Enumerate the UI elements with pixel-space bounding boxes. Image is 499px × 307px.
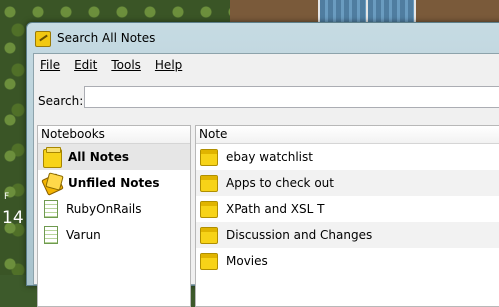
notebook-icon [44,200,58,218]
search-input[interactable] [84,86,499,108]
note-row[interactable]: Apps to check out [196,170,499,196]
note-icon [200,148,218,166]
note-title: Movies [226,254,268,268]
notebook-label: RubyOnRails [66,202,142,216]
notebooks-pane: Notebooks All Notes Unfiled Notes RubyOn… [37,125,191,307]
notebook-icon [44,226,58,244]
notebook-item-varun[interactable]: Varun [38,222,190,248]
title-bar[interactable]: Search All Notes [27,23,499,53]
menu-help[interactable]: Help [155,58,182,72]
menu-edit[interactable]: Edit [74,58,97,72]
notebooks-header[interactable]: Notebooks [38,126,190,144]
note-title: ebay watchlist [226,150,313,164]
note-row[interactable]: Discussion and Changes [196,222,499,248]
search-label: Search: [38,94,84,108]
desktop-clock: 14 [2,208,24,228]
menu-edit-label: Edit [74,58,98,72]
note-icon [200,252,218,270]
note-icon [200,174,218,192]
menu-bar: File Edit Tools Help [34,54,499,76]
search-all-notes-window: Search All Notes File Edit Tools Help Se… [26,22,499,307]
notebook-item-all-notes[interactable]: All Notes [38,144,190,170]
desktop-gadget-letter: F [4,192,10,202]
app-icon [35,31,51,47]
notebook-item-rubyonrails[interactable]: RubyOnRails [38,196,190,222]
note-title: Apps to check out [226,176,334,190]
window-client-area: File Edit Tools Help Search: Notebooks A… [33,53,499,307]
window-title: Search All Notes [57,31,156,45]
note-title: Discussion and Changes [226,228,373,242]
note-row[interactable]: Movies [196,248,499,274]
note-icon [200,226,218,244]
menu-help-label: Help [154,58,183,72]
all-notes-icon [42,147,62,168]
notes-header[interactable]: Note [196,126,499,144]
menu-file[interactable]: File [40,58,60,72]
menu-tools-label: Tools [111,58,141,72]
note-row[interactable]: XPath and XSL T [196,196,499,222]
notebook-label: All Notes [68,150,129,164]
menu-tools[interactable]: Tools [111,58,141,72]
note-icon [200,200,218,218]
notebook-label: Varun [66,228,101,242]
note-title: XPath and XSL T [226,202,325,216]
note-row[interactable]: ebay watchlist [196,144,499,170]
notebook-label: Unfiled Notes [68,176,160,190]
menu-file-label: File [40,58,61,72]
unfiled-notes-icon [42,173,62,193]
notes-pane: Note ebay watchlist Apps to check out XP… [195,125,499,307]
notebook-item-unfiled-notes[interactable]: Unfiled Notes [38,170,190,196]
